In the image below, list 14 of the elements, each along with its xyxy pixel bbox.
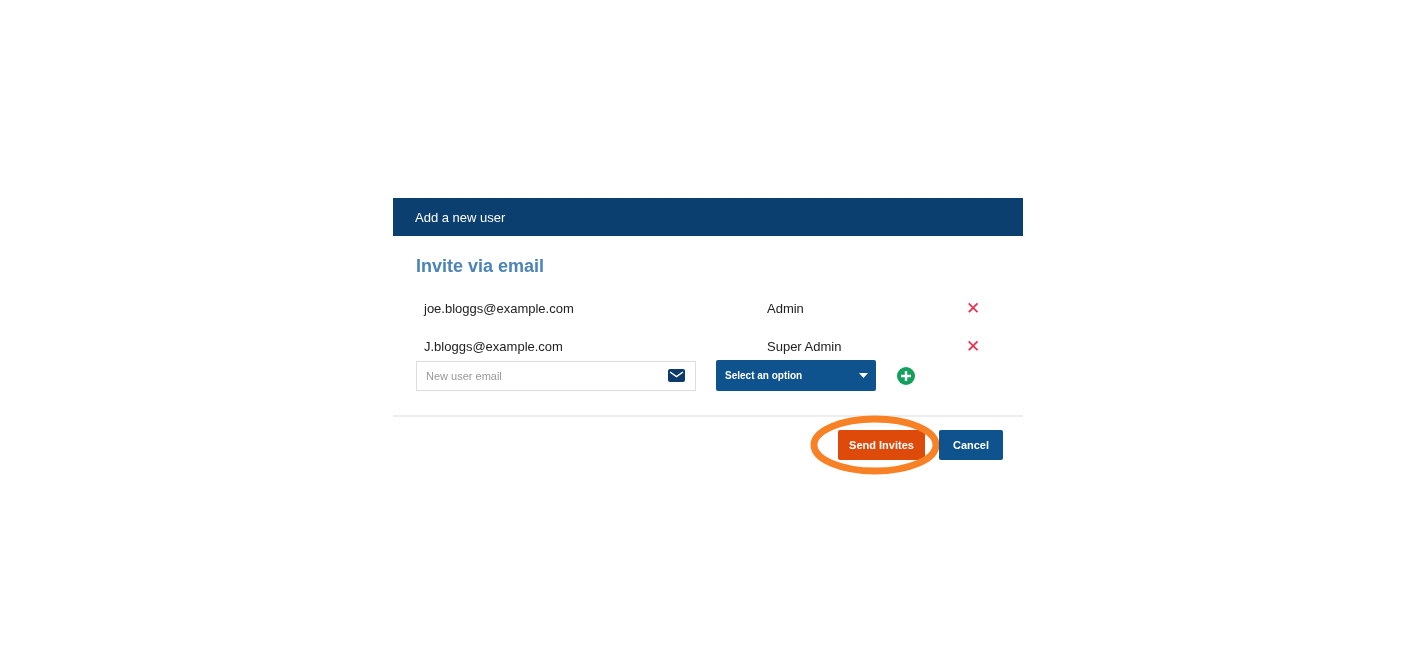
dialog-title: Add a new user <box>415 209 506 225</box>
section-title: Invite via email <box>416 256 546 277</box>
dialog-button[interactable]: Send Invites <box>838 430 925 460</box>
invite-email: joe.bloggs@example.com <box>424 300 575 316</box>
caret-icon <box>859 373 868 378</box>
remove-button[interactable]: ✕ <box>966 297 980 319</box>
dialog-button[interactable]: Cancel <box>939 430 1003 460</box>
invite-email: J.bloggs@example.com <box>424 338 564 354</box>
add-icon[interactable] <box>897 366 915 385</box>
remove-button[interactable]: ✕ <box>966 335 980 357</box>
invite-role: Admin <box>767 300 805 316</box>
invite-role: Super Admin <box>767 338 843 354</box>
role-select[interactable]: Select an option <box>716 360 876 391</box>
email-field[interactable]: New user email <box>416 360 696 391</box>
